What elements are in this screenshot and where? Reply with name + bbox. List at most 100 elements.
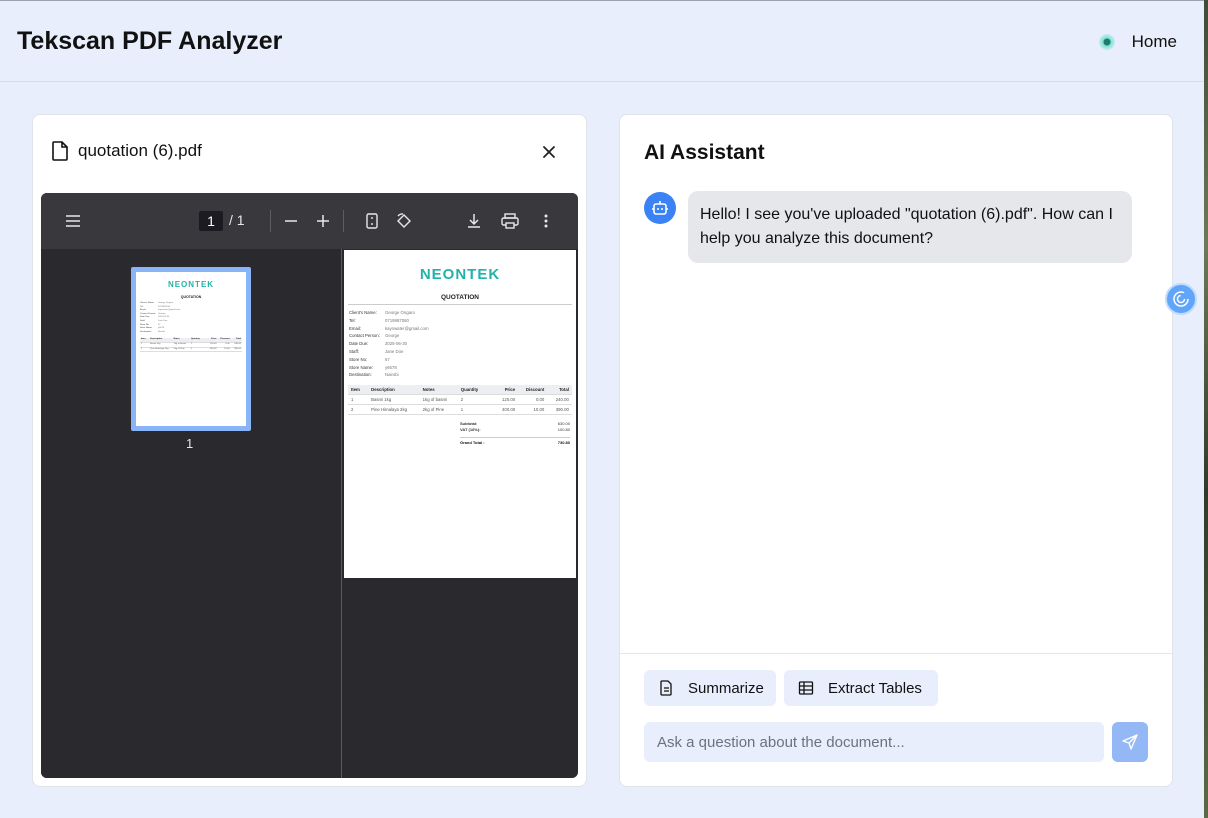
thumbnail-table: Item Description Notes Quantity Price Discoun… [140, 338, 242, 353]
table-header-cell: Notes [422, 387, 435, 393]
menu-icon[interactable] [63, 211, 83, 231]
table-cell: 240.00 [234, 342, 241, 345]
table-cell: 1 [351, 397, 354, 403]
table-cell: 1kg of basmi [173, 342, 187, 345]
field-label: Date Due: [349, 341, 369, 347]
field-row: Date Due: 2025-06-30 [349, 340, 571, 348]
ai-panel-title: AI Assistant [644, 141, 765, 164]
page-fit-icon[interactable] [362, 211, 382, 231]
field-row: Contact Person: George [349, 332, 571, 340]
field-label: Contact Person: [349, 333, 380, 339]
bot-icon [652, 201, 668, 215]
zoom-in-icon[interactable] [313, 211, 333, 231]
table-cell: 1 [141, 342, 143, 345]
more-icon[interactable] [536, 211, 556, 231]
table-row: 2 Pine Himalaya 2kg 2kg of Pine 1 400.00 10.0… [140, 348, 242, 353]
field-value: Jane Doe [385, 348, 404, 354]
send-icon [1122, 734, 1138, 750]
field-label: Staff: [349, 348, 359, 354]
page-number-input[interactable]: 1 [199, 211, 223, 231]
field-value: Nairobi [385, 372, 399, 378]
question-input[interactable] [644, 722, 1104, 762]
table-cell: 120.00 [502, 397, 516, 403]
table-cell: 1 [190, 347, 193, 350]
field-label: Email: [349, 325, 361, 331]
totals-label: Grand Total : [460, 439, 485, 445]
table-cell: 10.00 [224, 347, 230, 350]
chat-divider [620, 653, 1172, 654]
table-cell: 400.00 [209, 347, 217, 350]
document-totals: Subtotal: 630.00 VAT (16%): 100.80 Grand Tot… [460, 421, 570, 446]
field-row: Tel: 0719987060 [349, 317, 571, 325]
extract-tables-label: Extract Tables [828, 679, 922, 697]
table-row: 2 Pine Himalaya 2kg 2kg of Pine 1 400.00 10.0… [348, 405, 572, 416]
rotate-icon[interactable] [394, 211, 414, 231]
close-icon[interactable] [540, 143, 558, 161]
page-total: / 1 [229, 212, 245, 228]
thumbnail-doc-title: QUOTATION [180, 295, 202, 299]
app-title: Tekscan PDF Analyzer [17, 27, 283, 55]
table-cell: Basmi 1kg [371, 397, 392, 403]
file-name: quotation (6).pdf [78, 141, 202, 160]
thumbnail-logo: NEONTEK [167, 280, 215, 289]
field-label: Destination: [140, 330, 152, 333]
document-fields: Client's Name: George Ongaro Tel: 071998706… [349, 309, 571, 379]
table-cell: 240.00 [555, 397, 569, 403]
totals-row: VAT (16%): 100.80 [460, 427, 570, 433]
table-cell: 0.00 [535, 397, 545, 403]
table-cell: Pine Himalaya 2kg [150, 347, 169, 350]
table-cell: 2kg of Pine [173, 347, 185, 350]
table-cell: Pine Himalaya 2kg [371, 407, 407, 413]
thumbnail-fields: Client's Name: George Ongaro Tel: 071998706… [140, 302, 242, 334]
home-link[interactable]: Home [1132, 32, 1177, 52]
field-row: Store Name: y6678 [349, 364, 571, 372]
pdf-page: NEONTEK QUOTATION Client's Name: George O… [344, 250, 576, 578]
toolbar-divider [343, 210, 344, 232]
document-title: QUOTATION [348, 294, 572, 305]
field-row: Destination: Nairobi [140, 331, 242, 335]
field-row: Staff: Jane Doe [349, 348, 571, 356]
table-header-cell: Total [235, 338, 241, 341]
field-value: George Ongaro [385, 310, 415, 315]
field-value: kaynwater@gmail.com [385, 325, 429, 331]
totals-row: Grand Total : 730.80 [460, 436, 570, 446]
document-logo: NEONTEK [419, 266, 501, 283]
send-button[interactable] [1112, 722, 1148, 762]
print-icon[interactable] [500, 211, 520, 231]
status-dot-icon [1098, 34, 1115, 50]
extract-tables-button[interactable]: Extract Tables [784, 670, 938, 706]
totals-value: 730.80 [557, 439, 570, 445]
table-header-cell: Quantity [460, 387, 479, 393]
pane-divider [341, 249, 342, 778]
thumbnail-page-number: 1 [186, 436, 194, 451]
ai-assistant-card: AI Assistant Hello! I see you've uploade… [619, 114, 1173, 787]
pdf-toolbar: 1 / 1 [41, 193, 578, 249]
table-cell: 1 [460, 407, 464, 413]
table-cell: 2 [460, 397, 464, 403]
table-cell: 2 [351, 407, 354, 413]
pdf-embed-viewer: 1 / 1 NEONTEK QUOTATION Client's Name: G… [41, 193, 578, 778]
table-header-cell: Description [150, 338, 163, 341]
table-cell: Basmi 1kg [150, 342, 161, 345]
floating-assistant-button[interactable] [1165, 283, 1197, 315]
summarize-button[interactable]: Summarize [644, 670, 776, 706]
page-thumbnail[interactable]: NEONTEK QUOTATION Client's Name: George O… [131, 267, 251, 431]
field-value: 2025-06-30 [385, 341, 407, 347]
thumbnail-page-preview: NEONTEK QUOTATION Client's Name: George O… [136, 272, 246, 426]
table-cell: 2kg of Pine [422, 407, 445, 413]
summarize-label: Summarize [688, 679, 764, 697]
field-label: Destination: [349, 372, 372, 378]
spiral-icon [1173, 291, 1189, 307]
table-header-cell: Discount [525, 387, 545, 393]
zoom-out-icon[interactable] [281, 211, 301, 231]
home-nav[interactable]: Home [1098, 32, 1177, 52]
table-header-cell: Discount [220, 338, 230, 341]
field-row: Client's Name: George Ongaro [349, 309, 571, 317]
totals-value: 100.80 [557, 427, 570, 433]
download-icon[interactable] [464, 211, 484, 231]
field-row: Store No: 67 [349, 356, 571, 364]
table-row: 1 Basmi 1kg 1kg of basmi 2 120.00 0.00 240.00 [348, 395, 572, 406]
document-text-icon [660, 680, 672, 696]
thumbnail-sidebar: NEONTEK QUOTATION Client's Name: George O… [41, 249, 341, 778]
table-cell: 390.00 [234, 347, 241, 350]
